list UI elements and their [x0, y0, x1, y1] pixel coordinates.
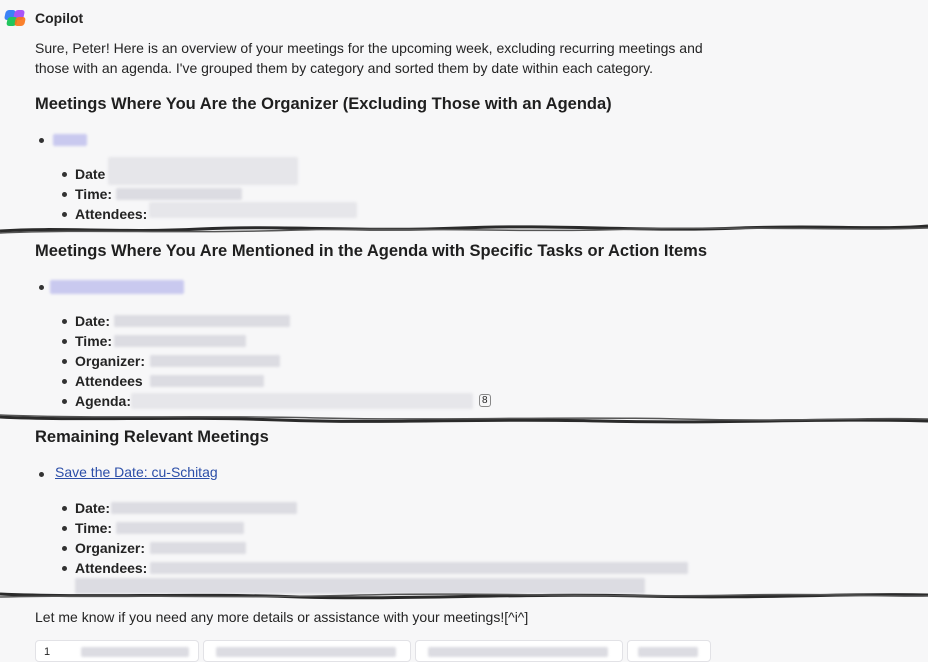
bullet-icon [39, 285, 44, 290]
meeting-link[interactable]: Save the Date: cu-Schitag [55, 464, 218, 480]
torn-edge-divider [0, 224, 928, 234]
bullet-icon [62, 546, 67, 551]
section-heading-remaining: Remaining Relevant Meetings [35, 428, 269, 446]
meeting-title-redacted[interactable] [50, 280, 184, 294]
closing-text: Let me know if you need any more details… [35, 609, 529, 625]
redacted-value [150, 375, 264, 387]
redacted-value [149, 202, 357, 218]
copilot-logo-icon [3, 8, 26, 28]
citation-badge[interactable]: 8 [479, 394, 491, 407]
reference-card[interactable] [415, 640, 623, 662]
redacted-value [131, 393, 473, 409]
reference-card[interactable] [627, 640, 711, 662]
field-time: Time: [75, 333, 113, 349]
bullet-icon [62, 212, 67, 217]
field-attendees: Attendees: [75, 560, 148, 576]
redacted-value [114, 335, 246, 347]
bullet-icon [62, 566, 67, 571]
bullet-icon [62, 399, 67, 404]
field-time: Time: [75, 186, 113, 202]
redacted-value [114, 315, 290, 327]
torn-edge-divider [0, 592, 928, 600]
bullet-icon [62, 192, 67, 197]
bullet-icon [62, 339, 67, 344]
bullet-icon [62, 359, 67, 364]
redacted-value [116, 522, 244, 534]
field-date: Date: [75, 500, 111, 516]
copilot-header: Copilot [3, 8, 84, 28]
bullet-icon [62, 379, 67, 384]
field-organizer: Organizer: [75, 353, 146, 369]
redacted-value [150, 542, 246, 554]
field-date: Date: [75, 313, 111, 329]
redacted-value [150, 355, 280, 367]
field-attendees: Attendees [75, 373, 143, 389]
redacted-value [108, 157, 298, 185]
bullet-icon [62, 526, 67, 531]
torn-edge-divider [0, 414, 928, 424]
bullet-icon [39, 472, 44, 477]
field-organizer: Organizer: [75, 540, 146, 556]
field-date: Date [75, 166, 106, 182]
redacted-value [111, 502, 297, 514]
section-heading-mentioned: Meetings Where You Are Mentioned in the … [35, 242, 708, 260]
redacted-value [150, 562, 688, 574]
field-agenda: Agenda: [75, 393, 131, 409]
field-attendees: Attendees: [75, 206, 148, 222]
bullet-icon [39, 138, 44, 143]
field-time: Time: [75, 520, 113, 536]
app-title: Copilot [35, 10, 84, 26]
bullet-icon [62, 319, 67, 324]
bullet-icon [62, 506, 67, 511]
redacted-value [116, 188, 242, 200]
section-heading-organizer: Meetings Where You Are the Organizer (Ex… [35, 95, 612, 113]
reference-number: 1 [44, 646, 51, 658]
reference-card[interactable]: 1 [35, 640, 199, 662]
reference-card[interactable] [203, 640, 411, 662]
bullet-icon [62, 172, 67, 177]
meeting-title-redacted[interactable] [53, 134, 87, 146]
intro-text: Sure, Peter! Here is an overview of your… [35, 40, 703, 76]
